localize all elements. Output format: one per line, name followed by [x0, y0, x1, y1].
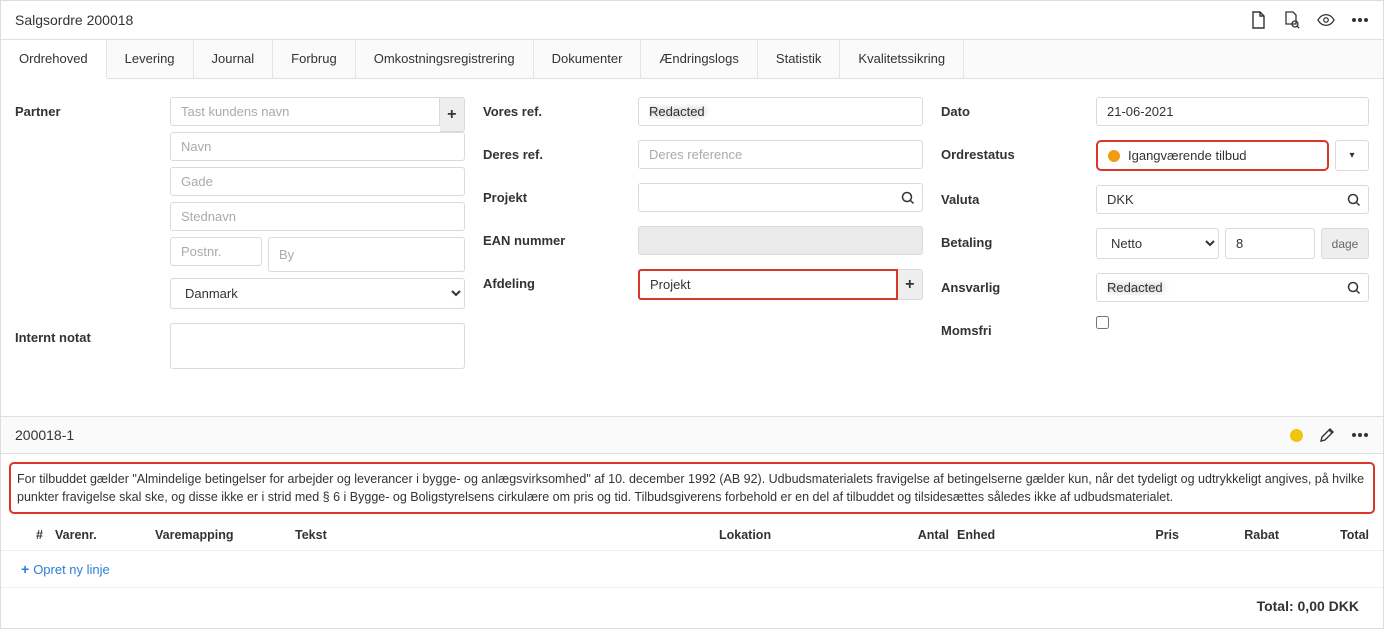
- ean-input: [638, 226, 923, 255]
- ordrestatus-dropdown[interactable]: ▾: [1335, 140, 1369, 171]
- tab-journal[interactable]: Journal: [194, 40, 274, 78]
- tab-forbrug[interactable]: Forbrug: [273, 40, 356, 78]
- document-search-icon[interactable]: [1283, 11, 1301, 29]
- internt-notat-label: Internt notat: [15, 323, 170, 345]
- ordrestatus-value[interactable]: Igangværende tilbud: [1096, 140, 1329, 171]
- momsfri-label: Momsfri: [941, 316, 1096, 338]
- momsfri-checkbox[interactable]: [1096, 316, 1109, 329]
- tab-dokumenter[interactable]: Dokumenter: [534, 40, 642, 78]
- page-title: Salgsordre 200018: [15, 12, 1249, 28]
- lines-note: For tilbuddet gælder "Almindelige beting…: [9, 462, 1375, 514]
- more-icon[interactable]: [1351, 11, 1369, 29]
- ordrestatus-label: Ordrestatus: [941, 140, 1096, 162]
- afdeling-label: Afdeling: [483, 269, 638, 291]
- ean-label: EAN nummer: [483, 226, 638, 248]
- status-dot-icon: [1290, 429, 1303, 442]
- col-varemapping: Varemapping: [155, 528, 295, 542]
- betaling-days-input[interactable]: [1225, 228, 1315, 259]
- afdeling-add-button[interactable]: +: [898, 269, 923, 300]
- edit-icon[interactable]: [1319, 427, 1335, 443]
- internt-notat-input[interactable]: [170, 323, 465, 369]
- valuta-input[interactable]: [1096, 185, 1369, 214]
- new-line-button[interactable]: + Opret ny linje: [1, 551, 1383, 588]
- col-hash: #: [15, 528, 55, 542]
- navn-input[interactable]: [170, 132, 465, 161]
- postnr-input[interactable]: [170, 237, 262, 266]
- table-header: # Varenr. Varemapping Tekst Lokation Ant…: [1, 522, 1383, 551]
- tab-statistik[interactable]: Statistik: [758, 40, 841, 78]
- col-lokation: Lokation: [719, 528, 889, 542]
- ansvarlig-input[interactable]: [1096, 273, 1369, 302]
- partner-add-button[interactable]: +: [440, 97, 465, 132]
- tab-omkostningsregistrering[interactable]: Omkostningsregistrering: [356, 40, 534, 78]
- more-icon[interactable]: [1351, 432, 1369, 438]
- partner-label: Partner: [15, 97, 170, 119]
- gade-input[interactable]: [170, 167, 465, 196]
- lines-header: 200018-1: [1, 416, 1383, 454]
- vores-ref-label: Vores ref.: [483, 97, 638, 119]
- dato-label: Dato: [941, 97, 1096, 119]
- col-pris: Pris: [1019, 528, 1179, 542]
- plus-icon: +: [21, 561, 29, 577]
- partner-input[interactable]: [170, 97, 440, 126]
- tabs: Ordrehoved Levering Journal Forbrug Omko…: [1, 40, 1383, 79]
- document-icon[interactable]: [1249, 11, 1267, 29]
- stednavn-input[interactable]: [170, 202, 465, 231]
- projekt-input[interactable]: [638, 183, 923, 212]
- eye-icon[interactable]: [1317, 11, 1335, 29]
- page-header: Salgsordre 200018: [1, 1, 1383, 40]
- tab-kvalitetssikring[interactable]: Kvalitetssikring: [840, 40, 964, 78]
- col-tekst: Tekst: [295, 528, 719, 542]
- tab-levering[interactable]: Levering: [107, 40, 194, 78]
- col-antal: Antal: [889, 528, 949, 542]
- tab-aendringslogs[interactable]: Ændringslogs: [641, 40, 758, 78]
- afdeling-input[interactable]: [638, 269, 898, 300]
- betaling-unit: dage: [1321, 228, 1369, 259]
- col-total: Total: [1279, 528, 1369, 542]
- vores-ref-input[interactable]: [638, 97, 923, 126]
- col-varenr: Varenr.: [55, 528, 155, 542]
- ordrestatus-text: Igangværende tilbud: [1128, 148, 1247, 163]
- ansvarlig-label: Ansvarlig: [941, 273, 1096, 295]
- lines-total: Total: 0,00 DKK: [1, 588, 1383, 628]
- betaling-select[interactable]: Netto: [1096, 228, 1219, 259]
- country-select[interactable]: Danmark: [170, 278, 465, 309]
- projekt-label: Projekt: [483, 183, 638, 205]
- col-enhed: Enhed: [949, 528, 1019, 542]
- tab-ordrehoved[interactable]: Ordrehoved: [1, 40, 107, 79]
- betaling-label: Betaling: [941, 228, 1096, 250]
- deres-ref-label: Deres ref.: [483, 140, 638, 162]
- new-line-label: Opret ny linje: [33, 562, 110, 577]
- dato-input[interactable]: [1096, 97, 1369, 126]
- lines-title: 200018-1: [15, 427, 1290, 443]
- col-rabat: Rabat: [1179, 528, 1279, 542]
- status-dot-icon: [1108, 150, 1120, 162]
- by-input[interactable]: [268, 237, 465, 272]
- valuta-label: Valuta: [941, 185, 1096, 207]
- deres-ref-input[interactable]: [638, 140, 923, 169]
